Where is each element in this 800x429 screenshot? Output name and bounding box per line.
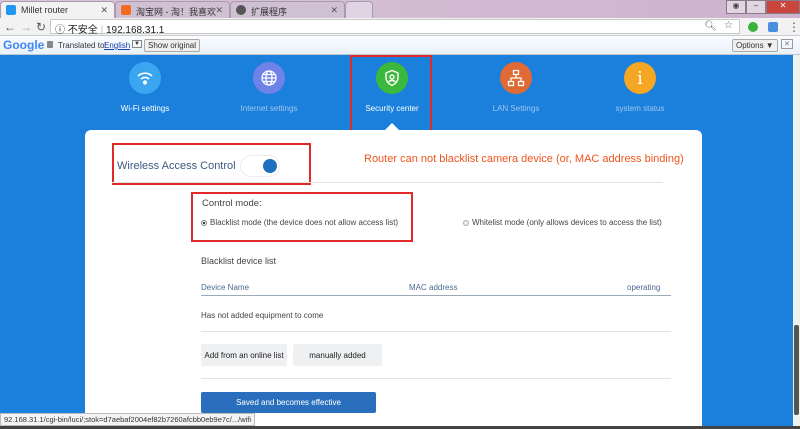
tab-title: 扩展程序 bbox=[251, 7, 288, 17]
toggle-knob bbox=[263, 159, 277, 173]
translate-bar: Google Translated to: English ▼ Show ori… bbox=[0, 36, 800, 55]
forward-icon[interactable]: → bbox=[20, 20, 32, 34]
globe-icon bbox=[253, 62, 285, 94]
close-tab-icon[interactable]: ✕ bbox=[100, 5, 108, 16]
wac-label: Wireless Access Control bbox=[117, 160, 236, 172]
back-icon[interactable]: ← bbox=[4, 20, 16, 34]
puzzle-icon bbox=[236, 5, 246, 15]
nav-label: LAN Settings bbox=[492, 104, 540, 113]
url-text: 192.168.31.1 bbox=[105, 25, 165, 36]
router-favicon-icon bbox=[6, 5, 16, 15]
tab-taobao[interactable]: 淘宝网 - 淘！我喜欢 ✕ bbox=[115, 1, 230, 18]
info-icon: i bbox=[624, 62, 656, 94]
column-device-name: Device Name bbox=[201, 283, 250, 292]
google-logo: Google bbox=[3, 38, 45, 52]
status-bar-url: 92.168.31.1/cgi-bin/luci/;stok=d7aebaf20… bbox=[0, 413, 256, 426]
wifi-icon bbox=[129, 62, 161, 94]
nav-label: Internet settings bbox=[240, 104, 298, 113]
network-icon bbox=[500, 62, 532, 94]
annotation-text: Router can not blacklist camera device (… bbox=[364, 153, 684, 165]
table-header-line bbox=[201, 295, 671, 296]
nav-label: system status bbox=[615, 104, 665, 113]
list-title: Blacklist device list bbox=[201, 256, 277, 266]
divider bbox=[201, 378, 671, 379]
column-mac-address: MAC address bbox=[409, 283, 458, 292]
add-from-online-list-button[interactable]: Add from an online list bbox=[201, 344, 287, 366]
translated-to-label: Translated to: bbox=[58, 41, 107, 50]
security-label: 不安全 bbox=[67, 25, 98, 36]
column-operating: operating bbox=[627, 283, 661, 292]
close-icon[interactable]: ✕ bbox=[781, 39, 793, 49]
whitelist-mode-label: Whitelist mode (only allows devices to a… bbox=[472, 218, 662, 227]
url-input[interactable]: ⓘ 不安全 | 192.168.31.1 🔍︎ ☆ bbox=[50, 19, 740, 36]
nav-label: Wi-Fi settings bbox=[120, 104, 170, 113]
show-original-button[interactable]: Show original bbox=[144, 39, 201, 52]
control-mode-label: Control mode: bbox=[202, 198, 262, 209]
divider bbox=[112, 182, 663, 183]
blacklist-mode-radio[interactable]: Blacklist mode (the device does not allo… bbox=[201, 218, 398, 227]
save-button[interactable]: Saved and becomes effective bbox=[201, 392, 376, 413]
page-scrollbar[interactable] bbox=[793, 55, 800, 429]
zoom-icon[interactable]: 🔍︎ bbox=[704, 21, 717, 32]
address-toolbar: ← → ↻ ⓘ 不安全 | 192.168.31.1 🔍︎ ☆ ⋮ bbox=[0, 18, 800, 36]
browser-tab-bar: Millet router ✕ 淘宝网 - 淘！我喜欢 ✕ 扩展程序 ✕ ◉ –… bbox=[0, 0, 800, 18]
reload-icon[interactable]: ↻ bbox=[36, 20, 46, 34]
whitelist-mode-radio[interactable]: Whitelist mode (only allows devices to a… bbox=[463, 218, 662, 227]
translate-icon[interactable] bbox=[768, 22, 778, 32]
extension-tree-icon[interactable] bbox=[748, 22, 758, 32]
nav-system-status[interactable]: i system status bbox=[585, 62, 695, 113]
highlight-box-security-center bbox=[350, 55, 432, 132]
dropdown-icon[interactable]: ▼ bbox=[132, 40, 142, 48]
taobao-favicon-icon bbox=[121, 5, 131, 15]
star-icon[interactable]: ☆ bbox=[724, 20, 733, 31]
manually-added-button[interactable]: manually added bbox=[293, 344, 382, 366]
blacklist-mode-label: Blacklist mode (the device does not allo… bbox=[210, 218, 399, 227]
close-tab-icon[interactable]: ✕ bbox=[330, 5, 338, 16]
wac-toggle[interactable] bbox=[241, 156, 279, 176]
nav-internet-settings[interactable]: Internet settings bbox=[214, 62, 324, 113]
new-tab-button[interactable] bbox=[345, 1, 373, 18]
tab-millet-router[interactable]: Millet router ✕ bbox=[0, 1, 115, 18]
user-icon[interactable]: ◉ bbox=[726, 0, 746, 14]
options-button[interactable]: Options ▼ bbox=[732, 39, 778, 52]
tab-extensions[interactable]: 扩展程序 ✕ bbox=[230, 1, 345, 18]
radio-unchecked-icon bbox=[463, 219, 469, 226]
nav-wifi-settings[interactable]: Wi-Fi settings bbox=[90, 62, 200, 113]
tab-title: Millet router bbox=[21, 5, 69, 15]
language-select[interactable]: English bbox=[104, 41, 130, 50]
divider bbox=[201, 331, 671, 332]
nav-lan-settings[interactable]: LAN Settings bbox=[461, 62, 571, 113]
menu-icon[interactable]: ⋮ bbox=[788, 20, 800, 34]
minimize-button[interactable]: – bbox=[746, 0, 766, 14]
close-window-button[interactable]: ✕ bbox=[766, 0, 800, 14]
scrollbar-thumb[interactable] bbox=[794, 325, 799, 415]
close-tab-icon[interactable]: ✕ bbox=[215, 5, 223, 16]
info-icon[interactable]: ⓘ bbox=[55, 25, 65, 36]
tab-title: 淘宝网 - 淘！我喜欢 bbox=[136, 7, 216, 17]
radio-checked-icon bbox=[201, 219, 207, 226]
lock-icon bbox=[47, 41, 53, 48]
empty-list-text: Has not added equipment to come bbox=[201, 311, 324, 320]
